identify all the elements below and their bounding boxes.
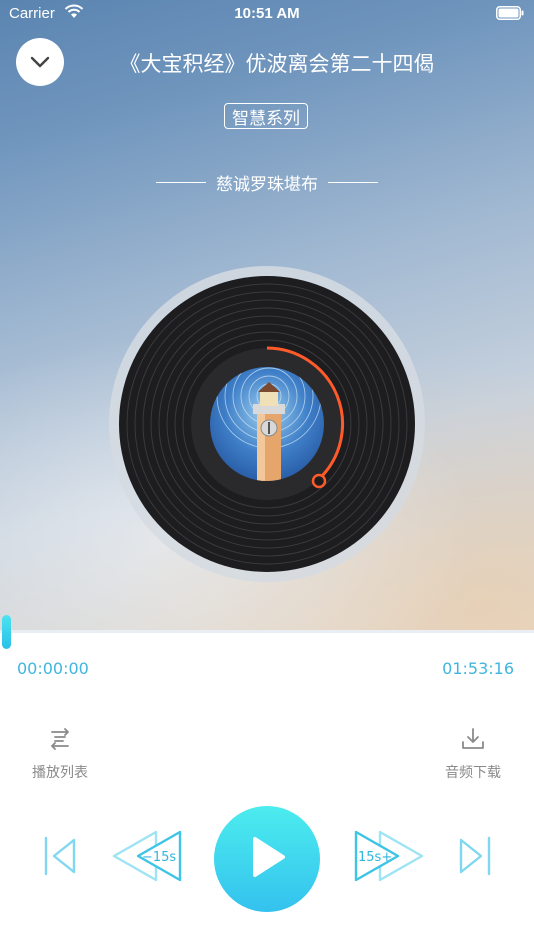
progress-track[interactable] <box>0 630 534 633</box>
skip-next-icon <box>455 834 495 882</box>
skip-previous-icon <box>40 834 80 882</box>
download-icon <box>428 724 518 754</box>
status-bar: Carrier 10:51 AM <box>0 0 534 28</box>
playlist-label: 播放列表 <box>32 765 88 781</box>
divider-right <box>328 181 378 184</box>
elapsed-time: 00:00:00 <box>17 659 89 678</box>
chevron-down-icon <box>30 53 50 72</box>
previous-button[interactable] <box>40 836 80 880</box>
forward-label: 15s+ <box>358 850 393 865</box>
play-icon <box>245 833 289 885</box>
next-button[interactable] <box>455 836 495 880</box>
rewind-label: −15s <box>142 850 177 865</box>
download-label: 音频下载 <box>445 765 501 781</box>
playlist-button[interactable]: 播放列表 <box>15 724 105 782</box>
play-button[interactable] <box>214 806 320 912</box>
rewind-15s-button[interactable]: −15s <box>108 828 186 888</box>
progress-handle[interactable] <box>2 615 11 649</box>
status-time: 10:51 AM <box>234 5 300 22</box>
track-title: 《大宝积经》优波离会第二十四偈 <box>119 52 435 76</box>
artist-name: 慈诚罗珠堪布 <box>216 175 318 195</box>
series-badge[interactable]: 智慧系列 <box>224 103 308 129</box>
vinyl-record <box>107 264 427 584</box>
collapse-button[interactable] <box>16 38 64 86</box>
forward-15s-button[interactable]: 15s+ <box>350 828 428 888</box>
artist-row: 慈诚罗珠堪布 <box>0 170 534 195</box>
battery-icon <box>496 6 524 24</box>
playlist-icon <box>15 724 105 754</box>
download-button[interactable]: 音频下载 <box>428 724 518 782</box>
total-time: 01:53:16 <box>442 659 514 678</box>
divider-left <box>156 181 206 184</box>
